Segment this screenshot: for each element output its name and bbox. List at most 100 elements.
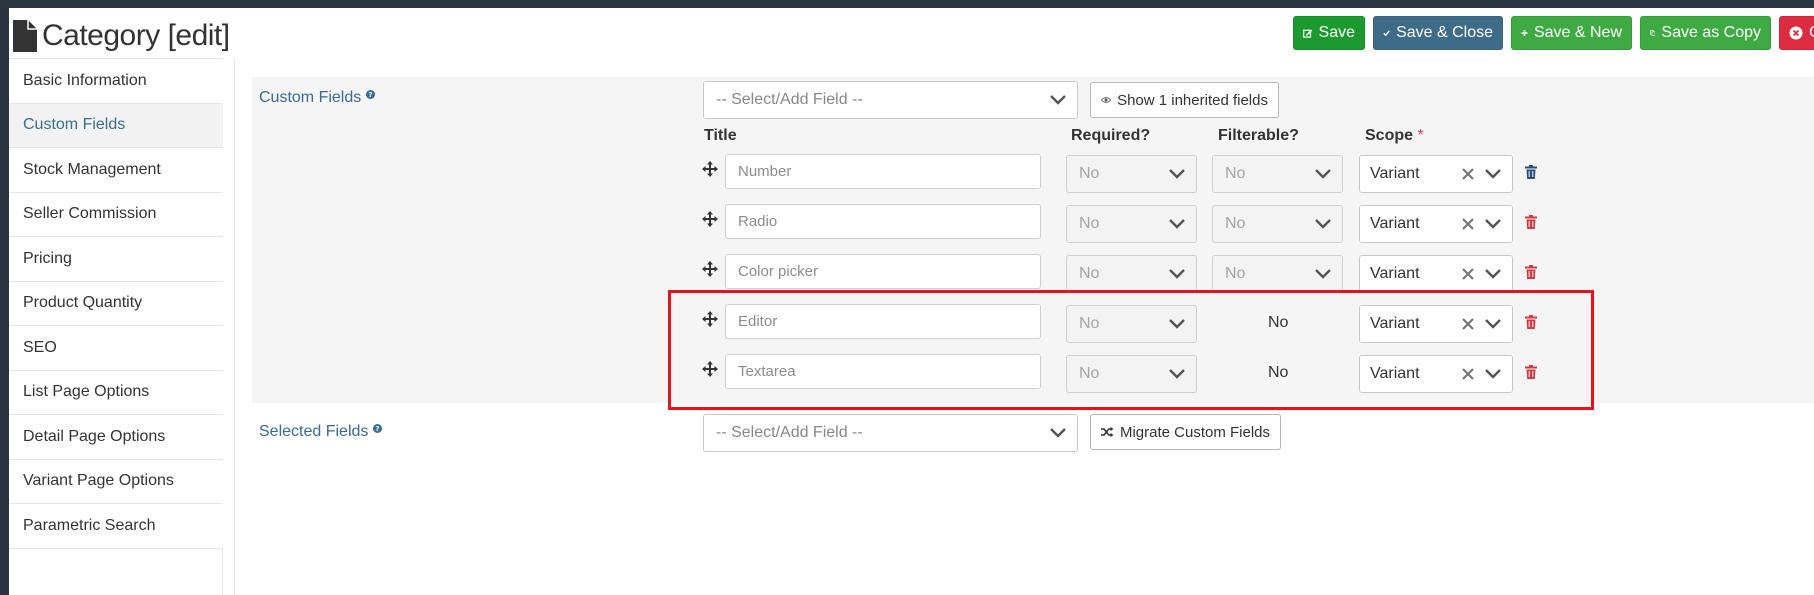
chevron-down-icon [1315,219,1331,229]
selected-fields-label-text: Selected Fields [259,423,369,440]
save-close-button[interactable]: Save & Close [1373,16,1503,50]
column-filterable: Filterable? [1218,127,1299,144]
save-button[interactable]: Save [1293,16,1365,50]
column-scope-label: Scope [1365,127,1414,144]
sidebar-item-label: Custom Fields [23,116,126,134]
filterable-value: No [1225,165,1246,182]
svg-text:?: ? [369,90,373,99]
trash-icon[interactable] [1525,215,1537,229]
clear-icon[interactable] [1462,168,1474,180]
sidebar: Basic Information Custom Fields Stock Ma… [9,58,223,595]
trash-icon[interactable] [1525,165,1537,179]
field-title-input[interactable]: Color picker [725,254,1041,289]
show-inherited-fields-button[interactable]: Show 1 inherited fields [1090,82,1279,118]
migrate-custom-fields-button[interactable]: Migrate Custom Fields [1090,414,1281,450]
required-select[interactable]: No [1066,205,1197,243]
close-circle-icon [1789,26,1803,40]
selected-field-select[interactable]: -- Select/Add Field -- [703,414,1078,452]
sidebar-item-label: Basic Information [23,71,147,89]
sidebar-item-parametric-search[interactable]: Parametric Search [9,504,223,549]
move-icon[interactable] [702,211,718,227]
sidebar-item-label: Parametric Search [23,516,156,534]
move-icon[interactable] [702,161,718,177]
custom-field-select-placeholder: -- Select/Add Field -- [716,91,863,108]
sidebar-item-detail-page-options[interactable]: Detail Page Options [9,415,223,460]
svg-text:?: ? [376,424,380,433]
sidebar-item-label: Product Quantity [23,294,143,312]
edit-icon [1303,29,1313,38]
sidebar-item-label: SEO [23,338,57,356]
field-title-input[interactable]: Number [725,154,1041,189]
field-title-input[interactable]: Radio [725,204,1041,239]
chevron-down-icon [1485,269,1501,279]
sidebar-item-list-page-options[interactable]: List Page Options [9,370,223,415]
sidebar-item-product-quantity[interactable]: Product Quantity [9,281,223,326]
required-value: No [1079,215,1100,232]
close-button[interactable]: C [1779,16,1814,50]
sidebar-item-seo[interactable]: SEO [9,326,223,371]
column-scope: Scope * [1365,127,1424,145]
field-title-value: Color picker [738,263,819,280]
sidebar-item-label: Variant Page Options [23,472,174,490]
close-label: C [1809,24,1814,42]
highlight-box [668,290,1594,410]
sidebar-item-label: Stock Management [23,160,161,178]
clear-icon[interactable] [1462,268,1474,280]
save-new-button[interactable]: Save & New [1511,16,1632,50]
sidebar-item-custom-fields[interactable]: Custom Fields [9,103,223,148]
chevron-down-icon [1050,428,1066,438]
sidebar-item-pricing[interactable]: Pricing [9,237,223,282]
scope-select[interactable]: Variant [1359,205,1513,243]
selected-field-select-placeholder: -- Select/Add Field -- [716,424,863,441]
plus-icon [1521,30,1528,36]
document-icon [13,20,37,52]
shuffle-icon [1101,426,1114,438]
check-icon [1383,30,1390,37]
sidebar-item-seller-commission[interactable]: Seller Commission [9,192,223,237]
sidebar-list: Basic Information Custom Fields Stock Ma… [9,58,223,549]
required-value: No [1079,265,1100,282]
left-dark-strip [0,8,9,595]
migrate-custom-fields-label: Migrate Custom Fields [1119,423,1270,441]
custom-fields-label: Custom Fields ? [259,89,376,107]
sidebar-item-label: Seller Commission [23,205,157,223]
scope-select[interactable]: Variant [1359,155,1513,193]
sidebar-item-basic-information[interactable]: Basic Information [9,59,223,104]
move-icon[interactable] [702,261,718,277]
required-select[interactable]: No [1066,255,1197,293]
filterable-value: No [1225,265,1246,282]
selected-fields-label: Selected Fields ? [259,423,383,441]
filterable-select[interactable]: No [1212,155,1343,193]
copy-icon [1650,30,1656,36]
filterable-select[interactable]: No [1212,255,1343,293]
save-close-label: Save & Close [1396,24,1493,41]
sidebar-item-variant-page-options[interactable]: Variant Page Options [9,459,223,504]
help-icon[interactable]: ? [366,90,376,99]
custom-field-select[interactable]: -- Select/Add Field -- [703,81,1078,119]
chevron-down-icon [1485,169,1501,179]
required-select[interactable]: No [1066,155,1197,193]
save-as-copy-button[interactable]: Save as Copy [1640,16,1771,50]
column-title: Title [704,127,737,144]
clear-icon[interactable] [1462,218,1474,230]
help-icon[interactable]: ? [373,424,383,433]
sidebar-item-stock-management[interactable]: Stock Management [9,148,223,193]
show-inherited-fields-label: Show 1 inherited fields [1117,91,1268,109]
save-label: Save [1318,24,1355,41]
filterable-value: No [1225,215,1246,232]
save-as-copy-label: Save as Copy [1661,24,1761,41]
sidebar-item-label: Detail Page Options [23,427,166,445]
page-title: Category [edit] [42,19,230,52]
top-dark-strip [0,0,1814,8]
scope-value: Variant [1370,165,1420,182]
trash-icon[interactable] [1525,265,1537,279]
scope-select[interactable]: Variant [1359,255,1513,293]
sidebar-item-label: List Page Options [23,383,150,401]
filterable-select[interactable]: No [1212,205,1343,243]
sidebar-item-label: Pricing [23,249,72,267]
scope-value: Variant [1370,215,1420,232]
page-header: Category [edit] [13,16,230,56]
eye-icon [1101,97,1112,103]
required-asterisk: * [1417,127,1424,144]
custom-fields-label-text: Custom Fields [259,89,362,106]
